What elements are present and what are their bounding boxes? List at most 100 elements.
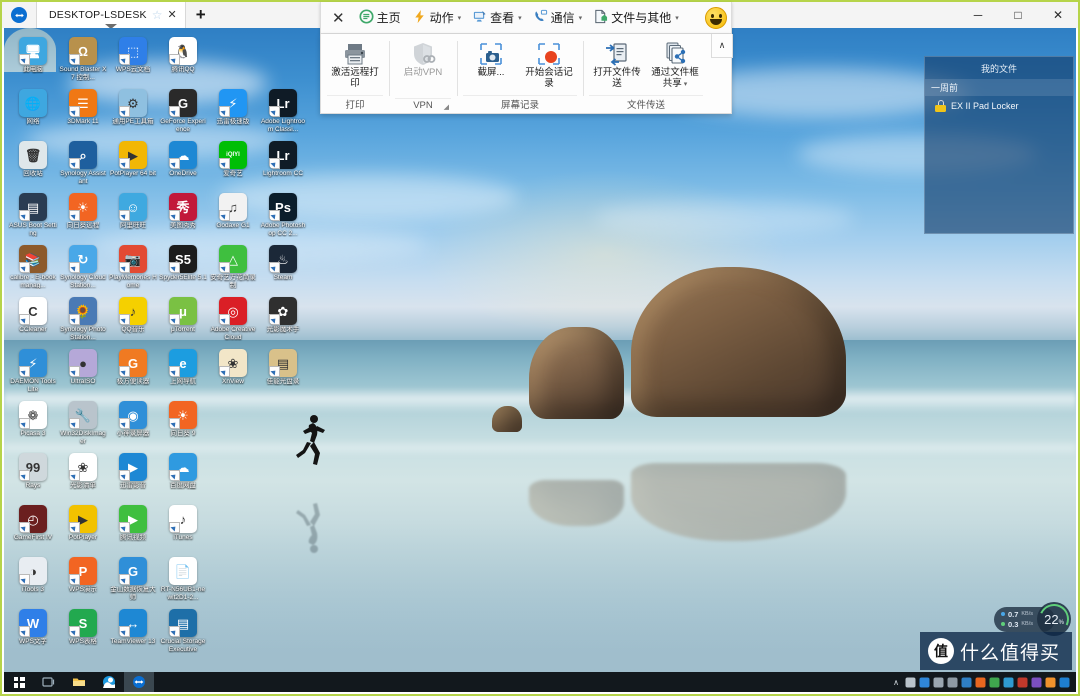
window-close-button[interactable]: ✕ [1038, 2, 1078, 28]
desktop-icon-picasa-icon[interactable]: ❁ Picasa 3 [8, 398, 58, 450]
ribbon-button-vpn-shield[interactable]: 启动VPN [395, 38, 451, 96]
toolbar-menu-actions-lightning[interactable]: 动作 ▾ [407, 6, 467, 30]
desktop-icon-sound-blaster-icon[interactable]: Ω Sound Blaster X7 控制... [58, 34, 108, 86]
tray-security-icon[interactable] [919, 677, 930, 688]
session-tab[interactable]: DESKTOP-LSDESK ☆ ✕ [36, 2, 186, 29]
desktop-icon-iqiyi-icon[interactable]: iQIYI 爱奇艺 [208, 138, 258, 190]
ribbon-button-file-transfer[interactable]: 打开文件传送 [589, 38, 645, 93]
tray-flame-icon[interactable] [975, 677, 986, 688]
desktop-icon-disc-burner-icon[interactable]: ▤ 佳能光盘录 [258, 346, 308, 398]
file-explorer-button[interactable] [64, 672, 94, 692]
tray-expand-icon[interactable]: ∧ [890, 678, 902, 687]
toolbar-menu-communicate-phone[interactable]: 通信 ▾ [528, 6, 588, 30]
desktop-icon-rays-icon[interactable]: 99 Rays [8, 450, 58, 502]
tab-close-icon[interactable]: ✕ [168, 9, 177, 21]
desktop-icon-adobe-creative-cloud-icon[interactable]: ◎ Adobe Creative Cloud [208, 294, 258, 346]
desktop-icon-baidu-netdisk-icon[interactable]: ☁ 百度网盘 [158, 450, 208, 502]
desktop-icon-tencent-video-icon[interactable]: ▶ 腾讯视频 [108, 502, 158, 554]
ribbon-button-screenshot-camera[interactable]: 截屏... [463, 38, 519, 93]
tray-cloud-icon[interactable] [961, 677, 972, 688]
desktop-icon-synology-photo-station-icon[interactable]: 🌻 Synology Photo Station... [58, 294, 108, 346]
desktop-icon-crucial-storage-icon[interactable]: ▤ Crucial Storage Executive [158, 606, 208, 658]
desktop-icon-utorrent-icon[interactable]: μ μTorrent [158, 294, 208, 346]
my-files-item[interactable]: EX II Pad Locker [925, 96, 1073, 116]
desktop-icon-teamviewer13-icon[interactable]: ↔ TeamViewer 13 [108, 606, 158, 658]
desktop-icon-potplayer2-icon[interactable]: ▶ PotPlayer [58, 502, 108, 554]
desktop-icon-xnview-icon[interactable]: ❀ XnView [208, 346, 258, 398]
desktop-icon-wps-cloud-icon[interactable]: ⬚ WPS云文档 [108, 34, 158, 86]
tray-moon-icon[interactable] [1003, 677, 1014, 688]
desktop-icon-sunflower-remote-icon[interactable]: ☀ 向日葵远程 [58, 190, 108, 242]
tray-leaf-icon[interactable] [989, 677, 1000, 688]
tray-nvidia-icon[interactable] [905, 677, 916, 688]
desktop-icon-potplayer-icon[interactable]: ▶ PotPlayer 64 bit [108, 138, 158, 190]
desktop-icon-text-file-icon[interactable]: 📄 RT-N56UB1-newit2D1-2... [158, 554, 208, 606]
desktop-icon-internet-explorer-icon[interactable]: e 上网导航 [158, 346, 208, 398]
dialog-launcher-icon[interactable]: ◢ [444, 103, 449, 111]
desktop-icon-synology-assistant-icon[interactable]: ⌕ Synology Assistant [58, 138, 108, 190]
smiley-icon[interactable] [705, 6, 727, 29]
desktop-icon-godaxe-icon[interactable]: ♫ Godaxe G1 [208, 190, 258, 242]
browser-button[interactable] [94, 672, 124, 692]
desktop-icon-kaleidoscope-icon[interactable]: △ 安奇艺万花筒录制 [208, 242, 258, 294]
desktop-icon-sunflower9-icon[interactable]: ☀ 向日葵 9 [158, 398, 208, 450]
desktop-icon-meitu-icon[interactable]: 秀美图秀秀 [158, 190, 208, 242]
start-button[interactable] [4, 672, 34, 692]
desktop-icon-itunes-icon[interactable]: ♪ iTunes [158, 502, 208, 554]
toolbar-menu-files-extras[interactable]: 文件与其他 ▾ [588, 6, 684, 30]
desktop-icon-photoshop-icon[interactable]: Ps Adobe Photoshop CC 2... [258, 190, 308, 242]
desktop-icon-asus-boot-setting-icon[interactable]: ▤ ASUS Boot Setting [8, 190, 58, 242]
ribbon-button-record-session[interactable]: 开始会话记录 [521, 38, 577, 93]
desktop-icon-itools-icon[interactable]: ◑ iTools 3 [8, 554, 58, 606]
my-files-panel[interactable]: 我的文件 一周前 EX II Pad Locker [924, 56, 1074, 234]
desktop-icon-lightroom-classic-icon[interactable]: Lr Adobe Lightroom Classi... [258, 86, 308, 138]
desktop-icon-wps-spreadsheet-icon[interactable]: S WPS表格 [58, 606, 108, 658]
desktop-icon-network-icon[interactable]: 🌐 网络 [8, 86, 58, 138]
maximize-button[interactable]: □ [998, 2, 1038, 28]
tray-book-icon[interactable] [1017, 677, 1028, 688]
toolbar-menu-home[interactable]: 主页 [354, 6, 406, 30]
desktop-icon-wps-writer-icon[interactable]: W WPS文字 [8, 606, 58, 658]
desktop-icon-ultraiso-icon[interactable]: ● UltraISO [58, 346, 108, 398]
ribbon-collapse-button[interactable]: ∧ [711, 34, 733, 58]
desktop-icon-ccleaner-icon[interactable]: C CCleaner [8, 294, 58, 346]
desktop-icon-lightroom-cc-icon[interactable]: Lr Lightroom CC [258, 138, 308, 190]
tray-windows-icon[interactable] [1059, 677, 1070, 688]
desktop-icon-photo-magic-icon[interactable]: ✿ 光影魔术手 [258, 294, 308, 346]
desktop-icon-steam-icon[interactable]: ♨ Steam [258, 242, 308, 294]
desktop-icon-daemon-tools-icon[interactable]: ⚡ DAEMON Tools Lite [8, 346, 58, 398]
ribbon-button-printer[interactable]: 激活远程打印 [327, 38, 383, 93]
tray-palette-icon[interactable] [1031, 677, 1042, 688]
performance-widget[interactable]: 0.7 KB/s 0.3 KB/s 22% [993, 599, 1074, 639]
minimize-button[interactable]: ─ [958, 2, 998, 28]
ribbon-button-file-share[interactable]: 通过文件框共享 ▾ [647, 38, 703, 93]
desktop-icon-this-pc-icon[interactable]: 🖥 此电脑 [8, 34, 58, 86]
desktop-icon-pe-toolbox-icon[interactable]: ⚙ 通用PE工具箱 [108, 86, 158, 138]
desktop-icon-synology-cloud-station-icon[interactable]: ↻ Synology Cloud Station... [58, 242, 108, 294]
desktop-icon-onedrive-icon[interactable]: ☁ OneDrive [158, 138, 208, 190]
desktop-icon-thunder-video-icon[interactable]: ▶ 迅雷影音 [108, 450, 158, 502]
desktop-icon-aliwangwang-icon[interactable]: ☺ 阿里旺旺 [108, 190, 158, 242]
desktop-icon-pdf-reader-icon[interactable]: G 极方便读器 [108, 346, 158, 398]
desktop-icon-qq-music-icon[interactable]: ♪ QQ音乐 [108, 294, 158, 346]
tray-orange-icon[interactable] [1045, 677, 1056, 688]
favorite-star-icon[interactable]: ☆ [152, 9, 163, 21]
desktop-icon-playmemories-icon[interactable]: 📷 PlayMemories Home [108, 242, 158, 294]
desktop-icon-gamefirst-icon[interactable]: ◴ GameFirst IV [8, 502, 58, 554]
desktop-icon-screen-recorder-icon[interactable]: ◉ 小神录屏器 [108, 398, 158, 450]
task-view-button[interactable] [34, 672, 64, 692]
desktop-icon-spyder5elite-icon[interactable]: S5 Spyder5Elite 5.1 [158, 242, 208, 294]
desktop-icon-3dmark-icon[interactable]: ☰ 3DMark 11 [58, 86, 108, 138]
toolbar-menu-view-monitor[interactable]: 查看 ▾ [467, 6, 527, 30]
remote-desktop-view[interactable]: 🖥 此电脑 Ω Sound Blaster X7 控制... ⬚ WPS云文档 🐧 腾讯QQ 🌐… [4, 28, 1076, 692]
desktop-icon-geforce-experience-icon[interactable]: G GeForce Experience [158, 86, 208, 138]
desktop-icon-thunder-icon[interactable]: ⚡ 迅雷极速版 [208, 86, 258, 138]
desktop-icon-win32diskimager-icon[interactable]: 🔧 Win32DiskImager [58, 398, 108, 450]
desktop-icon-qq-icon[interactable]: 🐧 腾讯QQ [158, 34, 208, 86]
desktop-icon-data-recovery-icon[interactable]: G 金山数据恢复大师 [108, 554, 158, 606]
desktop-icon-photo-list-icon[interactable]: ❀ 光影清单 [58, 450, 108, 502]
desktop-icon-wps-presentation-icon[interactable]: P WPS演示 [58, 554, 108, 606]
desktop-icon-recycle-bin-icon[interactable]: 🗑 回收站 [8, 138, 58, 190]
desktop-icon-calibre-icon[interactable]: 📚 calibre - E-book manag... [8, 242, 58, 294]
tray-link-icon[interactable] [947, 677, 958, 688]
